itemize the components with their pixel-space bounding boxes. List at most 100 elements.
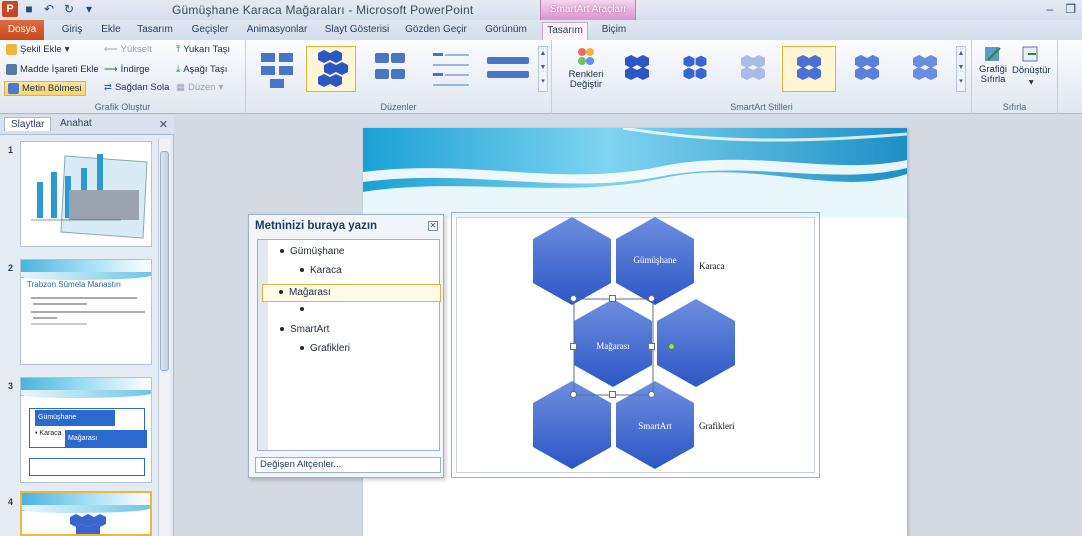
style-option-4-selected[interactable] xyxy=(782,46,836,92)
demote-button[interactable]: ⟶ İndirge xyxy=(104,64,150,75)
move-down-icon: ⤓ xyxy=(176,64,181,75)
style-gradient-hex-icon xyxy=(797,55,821,80)
slide-thumbnail-3[interactable]: Gümüşhane • Karaca Mağarası xyxy=(20,377,152,483)
tab-view[interactable]: Görünüm xyxy=(480,22,532,40)
ribbon: Şekil Ekle ▾ Madde İşareti Ekle Metin Böl… xyxy=(0,40,1082,114)
group-label-smartart-styles: SmartArt Stilleri xyxy=(730,102,793,112)
resize-handle-e[interactable] xyxy=(648,343,655,350)
slide-thumbnail-1[interactable] xyxy=(20,141,152,247)
move-up-button[interactable]: ⤒ Yukarı Taşı xyxy=(176,44,230,55)
redo-icon[interactable]: ↻ xyxy=(62,2,76,16)
layout-dropdown-button[interactable]: ▦ Düzen ▾ xyxy=(176,82,223,93)
add-bullet-icon xyxy=(6,64,17,75)
customize-qat-icon[interactable]: ▾ xyxy=(82,2,96,16)
style-flat-hex-icon xyxy=(625,55,649,80)
tab-smartart-design[interactable]: Tasarım xyxy=(542,22,588,41)
tab-transitions[interactable]: Geçişler xyxy=(188,22,232,40)
minimize-icon[interactable]: – xyxy=(1047,2,1054,16)
layout-option-1[interactable] xyxy=(252,46,302,92)
layouts-gallery-scroll[interactable]: ▲ ▼ ▾ xyxy=(538,46,548,92)
undo-icon[interactable]: ↶ xyxy=(42,2,56,16)
convert-icon xyxy=(1022,46,1038,62)
style-outline-hex-icon xyxy=(682,54,708,81)
group-label-create-graphic: Grafik Oluştur xyxy=(94,102,151,112)
text-pane-item-editing[interactable]: Mağarası xyxy=(262,284,441,302)
restore-icon[interactable]: ❐ xyxy=(1065,2,1076,16)
smartart-frame[interactable]: Gümüşhane Karaca Mağarası SmartArt Grafi… xyxy=(451,212,820,478)
slide-thumbnail-2[interactable]: Trabzon Sümela Manastırı xyxy=(20,259,152,365)
layout-hexagon-icon xyxy=(318,50,348,87)
resize-handle-sw[interactable] xyxy=(570,391,577,398)
style-option-5[interactable] xyxy=(840,46,894,92)
convert-button[interactable]: Dönüştür ▾ xyxy=(1012,44,1051,88)
slides-panel-scrollbar[interactable] xyxy=(158,139,170,536)
ribbon-tabs: Dosya Giriş Ekle Tasarım Geçişler Animas… xyxy=(0,20,1082,41)
style-option-6[interactable] xyxy=(898,46,952,92)
text-pane-item[interactable]: SmartArt xyxy=(280,324,329,335)
layout-blocks-icon xyxy=(375,53,405,79)
tab-review[interactable]: Gözden Geçir xyxy=(404,22,468,40)
text-pane-icon xyxy=(8,83,19,94)
smartart-side-label-karaca[interactable]: Karaca xyxy=(699,261,724,271)
tab-smartart-format[interactable]: Biçim xyxy=(596,22,632,40)
group-label-reset: Sıfırla xyxy=(1002,102,1027,112)
resize-handle-w[interactable] xyxy=(570,343,577,350)
move-down-button[interactable]: ⤓ Aşağı Taşı xyxy=(176,64,227,75)
text-pane-item[interactable]: Grafikleri xyxy=(300,343,350,354)
layout-option-5[interactable] xyxy=(482,46,532,92)
text-pane-item[interactable]: Karaca xyxy=(300,265,342,276)
slide-thumbnail-4-selected[interactable] xyxy=(20,491,152,536)
slide-number: 1 xyxy=(8,145,14,155)
tab-slideshow[interactable]: Slayt Gösterisi xyxy=(322,22,392,40)
resize-handle-n[interactable] xyxy=(609,295,616,302)
reset-graphic-button[interactable]: Grafiği Sıfırla xyxy=(976,44,1010,85)
close-panel-icon[interactable]: ✕ xyxy=(159,118,168,131)
tab-home[interactable]: Giriş xyxy=(56,22,88,40)
resize-handle-se[interactable] xyxy=(648,391,655,398)
reset-graphic-icon xyxy=(985,47,1001,61)
layout-list-icon xyxy=(433,53,469,86)
smartart-hex-label-gumushane[interactable]: Gümüşhane xyxy=(615,255,695,265)
layout-option-hexagon-selected[interactable] xyxy=(306,46,356,92)
layout-grid-icon xyxy=(261,53,293,88)
layout-icon: ▦ xyxy=(176,82,185,93)
add-shape-button[interactable]: Şekil Ekle ▾ xyxy=(6,44,70,55)
promote-button[interactable]: ⟵ Yükselt xyxy=(104,44,152,55)
powerpoint-logo-icon[interactable]: P xyxy=(2,1,18,17)
style-3d-hex-icon xyxy=(913,55,937,80)
title-bar: P ■ ↶ ↻ ▾ Gümüşhane Karaca Mağaraları - … xyxy=(0,0,1082,20)
rotate-handle[interactable] xyxy=(668,343,675,350)
text-pane-button[interactable]: Metin Bölmesi xyxy=(4,81,86,96)
slide-2-title: Trabzon Sümela Manastırı xyxy=(27,280,121,289)
quick-access-toolbar: ■ ↶ ↻ ▾ xyxy=(22,2,96,16)
style-option-3[interactable] xyxy=(726,46,780,92)
style-option-1[interactable] xyxy=(610,46,664,92)
text-pane-item[interactable]: Gümüşhane xyxy=(280,246,344,257)
layout-option-4[interactable] xyxy=(424,46,474,92)
tab-design[interactable]: Tasarım xyxy=(134,22,176,40)
tab-file[interactable]: Dosya xyxy=(0,20,44,40)
change-colors-button[interactable]: Renkleri Değiştir xyxy=(562,46,610,90)
style-option-2[interactable] xyxy=(668,46,722,92)
smartart-side-label-grafikleri[interactable]: Grafikleri xyxy=(699,421,734,431)
tab-insert[interactable]: Ekle xyxy=(96,22,126,40)
smartart-hex-label-smartart[interactable]: SmartArt xyxy=(615,421,695,431)
styles-gallery-scroll[interactable]: ▲ ▼ ▾ xyxy=(956,46,966,92)
tab-outline[interactable]: Anahat xyxy=(60,118,92,129)
text-pane-close-icon[interactable]: ✕ xyxy=(428,221,438,231)
smartart-hex-label-magarasi[interactable]: Mağarası xyxy=(573,341,653,351)
tab-slides[interactable]: Slaytlar xyxy=(4,117,52,131)
layout-option-3[interactable] xyxy=(364,46,414,92)
slides-panel: Slaytlar Anahat ✕ 1 2 Trabzon Sümela Man… xyxy=(0,115,174,536)
tab-animations[interactable]: Animasyonlar xyxy=(244,22,310,40)
resize-handle-ne[interactable] xyxy=(648,295,655,302)
resize-handle-s[interactable] xyxy=(609,391,616,398)
resize-handle-nw[interactable] xyxy=(570,295,577,302)
color-palette-icon xyxy=(578,48,594,65)
add-bullet-button[interactable]: Madde İşareti Ekle xyxy=(6,64,99,75)
text-pane-footer-link[interactable]: Değişen Altçenler... xyxy=(255,457,441,473)
right-to-left-button[interactable]: ⇄ Sağdan Sola xyxy=(104,82,169,93)
slide-3-box-2: Mağarası xyxy=(65,430,147,448)
text-pane-item[interactable] xyxy=(300,304,310,315)
save-icon[interactable]: ■ xyxy=(22,2,36,16)
